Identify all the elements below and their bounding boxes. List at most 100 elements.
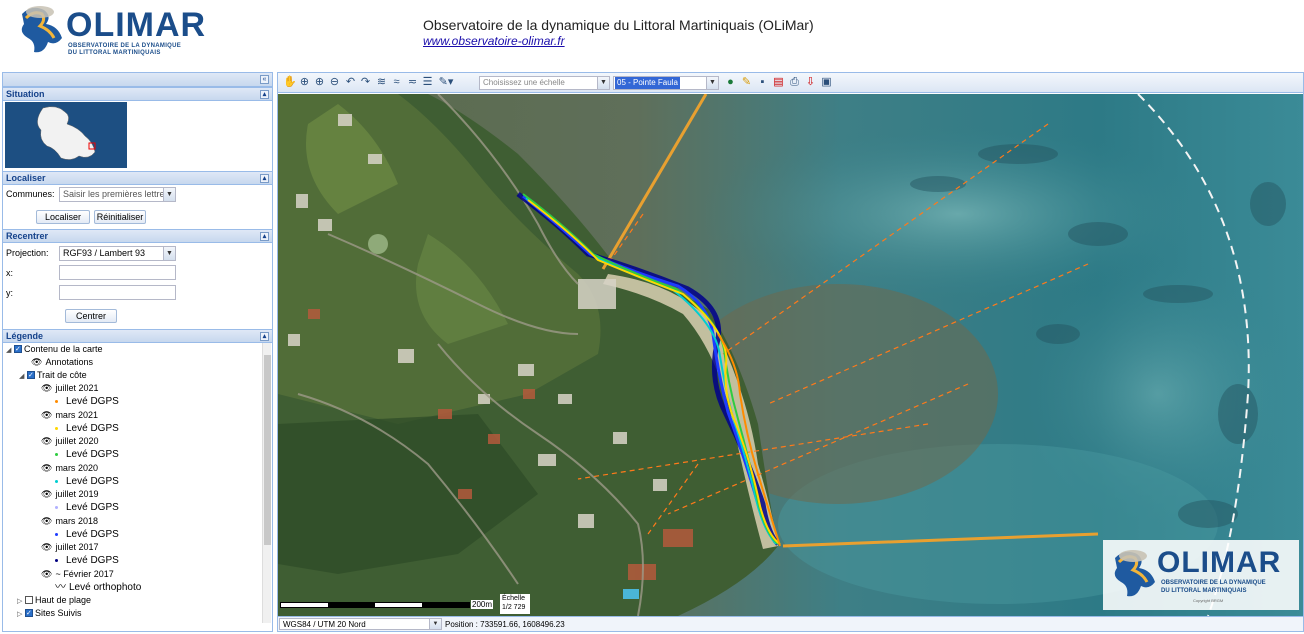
centrer-button[interactable]: Centrer [65, 309, 117, 323]
measure-area-icon[interactable]: ≈ [390, 76, 403, 89]
next-view-icon[interactable]: ↷ [359, 76, 372, 89]
website-link[interactable]: www.observatoire-olimar.fr [423, 34, 565, 48]
chevron-down-icon[interactable]: ▼ [429, 619, 441, 629]
legend-group-label: Sites Suivis [35, 608, 82, 618]
reset-button[interactable]: Réinitialiser [94, 210, 146, 224]
overview-minimap[interactable] [5, 102, 127, 168]
legend-layer[interactable]: 👁 mars 2018 [41, 515, 98, 528]
legend-layer[interactable]: 👁 juillet 2017 [41, 541, 98, 554]
watermark-copyright: Copyright BRGM [1193, 598, 1224, 603]
legend-symbol-label: Levé DGPS [66, 528, 119, 540]
scale-select[interactable]: Choisissez une échelle ▼ [479, 76, 610, 90]
legend-layer[interactable]: 👁 mars 2020 [41, 462, 98, 475]
layer-checkbox[interactable] [27, 369, 35, 382]
point-symbol-icon [55, 532, 58, 536]
olimar-logo[interactable]: OLIMAR OBSERVATOIRE DE LA DYNAMIQUE DU L… [14, 2, 205, 62]
legend-group[interactable]: ◢ Contenu de la carte [6, 343, 103, 356]
legend-layer-label: juillet 2020 [55, 436, 99, 446]
download-icon[interactable]: ⇩ [804, 76, 817, 89]
point-symbol-icon [55, 506, 58, 510]
pan-hand-icon[interactable]: ✋ [283, 76, 297, 89]
legend-symbol-item: Levé DGPS [55, 448, 119, 462]
legend-scroll-thumb[interactable] [264, 355, 271, 545]
pdf-icon[interactable]: ▤ [772, 76, 785, 89]
globe-icon[interactable]: ● [724, 76, 737, 89]
draw-menu-icon[interactable]: ✎▾ [436, 76, 456, 89]
echelle-label: Échelle [502, 595, 525, 602]
layers-icon[interactable]: ≂ [406, 76, 419, 89]
collapse-sidebar-button[interactable]: « [260, 75, 269, 84]
localiser-collapse-icon[interactable]: ▴ [260, 174, 269, 183]
cursor-position: Position : 733591.66, 1608496.23 [445, 620, 565, 629]
projection-value: RGF93 / Lambert 93 [63, 248, 146, 258]
visibility-eye-icon[interactable]: 👁 [41, 515, 52, 528]
projection-combo[interactable]: RGF93 / Lambert 93 ▼ [59, 246, 176, 261]
localiser-panel-header[interactable]: Localiser ▴ [3, 171, 272, 185]
zoom-extent-icon[interactable]: ⊕ [298, 76, 311, 89]
visibility-eye-icon[interactable]: 👁 [41, 382, 52, 395]
zoom-in-icon[interactable]: ⊕ [313, 76, 326, 89]
map-canvas[interactable]: OLIMAR OBSERVATOIRE DE LA DYNAMIQUE DU L… [278, 94, 1303, 616]
point-symbol-icon [55, 426, 58, 430]
legend-layer[interactable]: 👁 ~ Février 2017 [41, 568, 114, 581]
visibility-eye-icon[interactable]: 👁 [41, 568, 52, 581]
measure-distance-icon[interactable]: ≋ [375, 76, 388, 89]
legend-group[interactable]: ◢ Trait de côte [19, 369, 87, 382]
martinique-island-icon [21, 6, 62, 53]
aerial-map-image [278, 94, 1303, 616]
y-input[interactable] [59, 285, 176, 300]
chevron-down-icon[interactable]: ▼ [706, 77, 718, 89]
visibility-eye-icon[interactable]: 👁 [41, 409, 52, 422]
layer-checkbox[interactable] [25, 607, 33, 620]
watermark-subtitle-line2: DU LITTORAL MARTINIQUAIS [1161, 588, 1247, 594]
legend-layer[interactable]: 👁 juillet 2021 [41, 382, 98, 395]
visibility-eye-icon[interactable]: 👁 [41, 462, 52, 475]
situation-collapse-icon[interactable]: ▴ [260, 90, 269, 99]
zoom-out-icon[interactable]: ⊖ [328, 76, 341, 89]
expand-triangle-icon[interactable]: ▷ [17, 608, 25, 621]
print-icon[interactable]: ⎙ [788, 76, 801, 89]
pencil-icon[interactable]: ✎ [740, 76, 753, 89]
window-icon[interactable]: ▣ [820, 76, 833, 89]
olimar-watermark: OLIMAR OBSERVATOIRE DE LA DYNAMIQUE DU L… [1103, 540, 1299, 610]
chevron-down-icon[interactable]: ▼ [163, 247, 175, 260]
list-icon[interactable]: ☰ [421, 76, 434, 89]
layer-checkbox[interactable] [25, 595, 33, 604]
situation-panel-header[interactable]: Situation ▴ [3, 87, 272, 101]
chevron-down-icon[interactable]: ▼ [163, 188, 175, 201]
site-select[interactable]: 05 - Pointe Faula ▼ [613, 76, 719, 90]
legend-group[interactable]: ▷ Sites Suivis [17, 607, 82, 620]
communes-combo[interactable]: Saisir les premières lettres ▼ [59, 187, 176, 202]
collapse-triangle-icon[interactable]: ◢ [19, 370, 27, 383]
legend-group[interactable]: ▷ Haut de plage [17, 594, 91, 607]
recentrer-collapse-icon[interactable]: ▴ [260, 232, 269, 241]
visibility-eye-icon[interactable]: 👁 [41, 435, 52, 448]
legend-layer[interactable]: 👁 juillet 2020 [41, 435, 98, 448]
legend-layer-label: juillet 2019 [55, 489, 99, 499]
chevron-down-icon[interactable]: ▼ [597, 77, 609, 89]
localiser-button[interactable]: Localiser [36, 210, 90, 224]
recentrer-panel-header[interactable]: Recentrer ▴ [3, 229, 272, 243]
legend-layer[interactable]: 👁 Annotations [31, 356, 93, 369]
scale-select-placeholder: Choisissez une échelle [483, 78, 565, 87]
legend-scrollbar[interactable] [262, 343, 271, 623]
watermark-subtitle-line1: OBSERVATOIRE DE LA DYNAMIQUE [1161, 580, 1266, 586]
layer-checkbox[interactable] [14, 343, 22, 356]
legend-layer[interactable]: 👁 mars 2021 [41, 409, 98, 422]
display-projection-select[interactable]: WGS84 / UTM 20 Nord ▼ [279, 618, 442, 630]
legend-symbol-label: Levé orthophoto [69, 581, 142, 593]
legende-collapse-icon[interactable]: ▴ [260, 332, 269, 341]
legend-symbol-label: Levé DGPS [66, 449, 119, 460]
save-icon[interactable]: ▪ [756, 76, 769, 89]
x-input[interactable] [59, 265, 176, 280]
scalebar-label: 200m [471, 600, 494, 609]
collapse-triangle-icon[interactable]: ◢ [6, 344, 14, 357]
visibility-eye-icon[interactable]: 👁 [41, 541, 52, 554]
visibility-eye-icon[interactable]: 👁 [31, 356, 42, 369]
legend-layer[interactable]: 👁 juillet 2019 [41, 488, 98, 501]
previous-view-icon[interactable]: ↶ [344, 76, 357, 89]
legende-panel-header[interactable]: Légende ▴ [3, 329, 272, 343]
localiser-title: Localiser [6, 173, 46, 183]
visibility-eye-icon[interactable]: 👁 [41, 488, 52, 501]
communes-row: Communes: Saisir les premières lettres ▼ [3, 185, 272, 205]
